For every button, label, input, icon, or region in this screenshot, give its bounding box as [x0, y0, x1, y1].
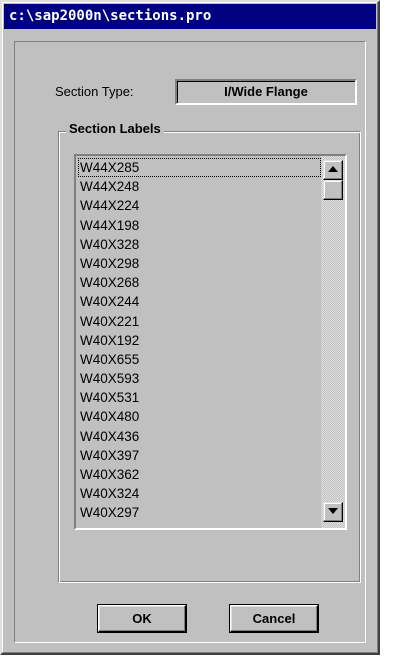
- scroll-thumb[interactable]: [323, 180, 343, 200]
- section-label-item[interactable]: W44X224: [78, 196, 321, 215]
- section-label-item[interactable]: W40X655: [78, 350, 321, 369]
- section-label-item[interactable]: W40X480: [78, 407, 321, 426]
- section-label-item[interactable]: W40X244: [78, 292, 321, 311]
- section-label-item[interactable]: W40X297: [78, 503, 321, 522]
- section-type-label: Section Type:: [55, 84, 134, 99]
- section-label-item[interactable]: W40X362: [78, 465, 321, 484]
- section-labels-listbox[interactable]: W44X285 W44X248 W44X224 W44X198 W40X328 W40X2…: [74, 154, 347, 530]
- section-label-item[interactable]: W40X221: [78, 312, 321, 331]
- section-label-item[interactable]: W40X324: [78, 484, 321, 503]
- section-label-item[interactable]: W44X198: [78, 216, 321, 235]
- section-labels-list: W44X285 W44X248 W44X224 W44X198 W40X328 W40X2…: [78, 158, 321, 523]
- section-label-item[interactable]: W40X436: [78, 427, 321, 446]
- vertical-scrollbar[interactable]: [321, 156, 345, 528]
- section-label-item[interactable]: W40X268: [78, 273, 321, 292]
- ok-button[interactable]: OK: [97, 604, 187, 633]
- section-label-item[interactable]: W44X248: [78, 177, 321, 196]
- scroll-up-button[interactable]: [323, 160, 343, 180]
- section-type-value: I/Wide Flange: [175, 79, 357, 105]
- section-labels-title: Section Labels: [66, 121, 164, 136]
- title-bar[interactable]: c:\sap2000n\sections.pro: [4, 4, 376, 29]
- cancel-button[interactable]: Cancel: [229, 604, 319, 633]
- arrow-down-icon: [328, 508, 338, 514]
- section-label-item[interactable]: W40X298: [78, 254, 321, 273]
- scroll-down-button[interactable]: [323, 502, 343, 522]
- section-label-item[interactable]: W40X192: [78, 331, 321, 350]
- section-label-item[interactable]: W44X285: [78, 158, 321, 178]
- arrow-up-icon: [328, 166, 338, 172]
- section-label-item[interactable]: W40X531: [78, 388, 321, 407]
- section-label-item[interactable]: W40X328: [78, 235, 321, 254]
- section-label-item[interactable]: W40X593: [78, 369, 321, 388]
- section-label-item[interactable]: W40X397: [78, 446, 321, 465]
